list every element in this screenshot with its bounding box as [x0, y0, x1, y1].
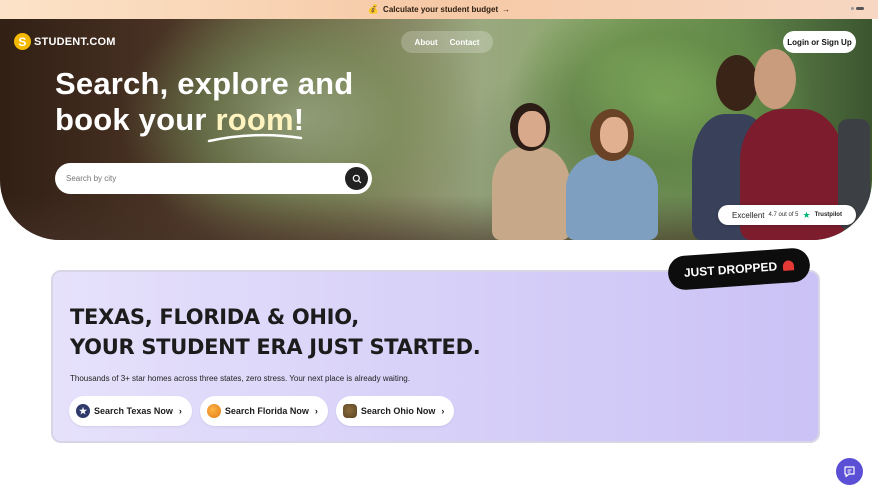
hero-title: Search, explore and book your room!: [55, 66, 354, 137]
logo-mark-icon: S: [14, 33, 31, 50]
orange-icon: [206, 404, 221, 418]
trustpilot-brand: Trustpilot: [814, 212, 842, 218]
search-input[interactable]: [66, 174, 336, 183]
banner-text: Calculate your student budget: [383, 5, 499, 14]
search-bar: [55, 163, 372, 194]
nav-contact[interactable]: Contact: [450, 38, 480, 47]
money-bag-icon: 💰: [367, 4, 380, 14]
trustpilot-score: 4.7 out of 5: [768, 212, 799, 218]
trustpilot-star-icon: ★: [802, 209, 811, 220]
search-button[interactable]: [345, 167, 368, 190]
arrow-right-icon: →: [502, 5, 511, 14]
top-nav: About Contact: [401, 31, 493, 53]
texas-star-icon: ★: [76, 404, 90, 418]
chevron-right-icon: ›: [314, 406, 318, 416]
search-florida-button[interactable]: Search Florida Now ›: [199, 396, 328, 426]
student-photo: [492, 147, 570, 240]
top-banner[interactable]: 💰 Calculate your student budget →: [0, 0, 878, 19]
login-signup-button[interactable]: Login or Sign Up: [783, 31, 856, 53]
search-icon: [352, 174, 361, 183]
state-buttons: ★ Search Texas Now › Search Florida Now …: [69, 396, 455, 426]
chat-button[interactable]: [836, 458, 863, 485]
chat-icon: [844, 466, 855, 478]
logo[interactable]: S STUDENT.COM: [14, 33, 116, 50]
promo-subtitle: Thousands of 3+ star homes across three …: [70, 374, 410, 383]
search-ohio-button[interactable]: Search Ohio Now ›: [335, 396, 455, 426]
scroll-indicator: [851, 7, 864, 10]
promo-card: TEXAS, FLORIDA & OHIO, YOUR STUDENT ERA …: [51, 270, 820, 443]
trustpilot-rating: Excellent: [732, 210, 765, 220]
search-texas-button[interactable]: ★ Search Texas Now ›: [69, 396, 192, 426]
chevron-right-icon: ›: [441, 406, 445, 416]
nav-about[interactable]: About: [415, 38, 438, 47]
trustpilot-widget[interactable]: Excellent 4.7 out of 5 ★ Trustpilot: [718, 205, 856, 225]
logo-text: STUDENT.COM: [34, 35, 116, 48]
title-underline: [207, 133, 303, 143]
promo-title: TEXAS, FLORIDA & OHIO, YOUR STUDENT ERA …: [70, 305, 481, 359]
siren-icon: [782, 260, 795, 271]
ohio-icon: [342, 404, 357, 418]
chevron-right-icon: ›: [178, 406, 182, 416]
